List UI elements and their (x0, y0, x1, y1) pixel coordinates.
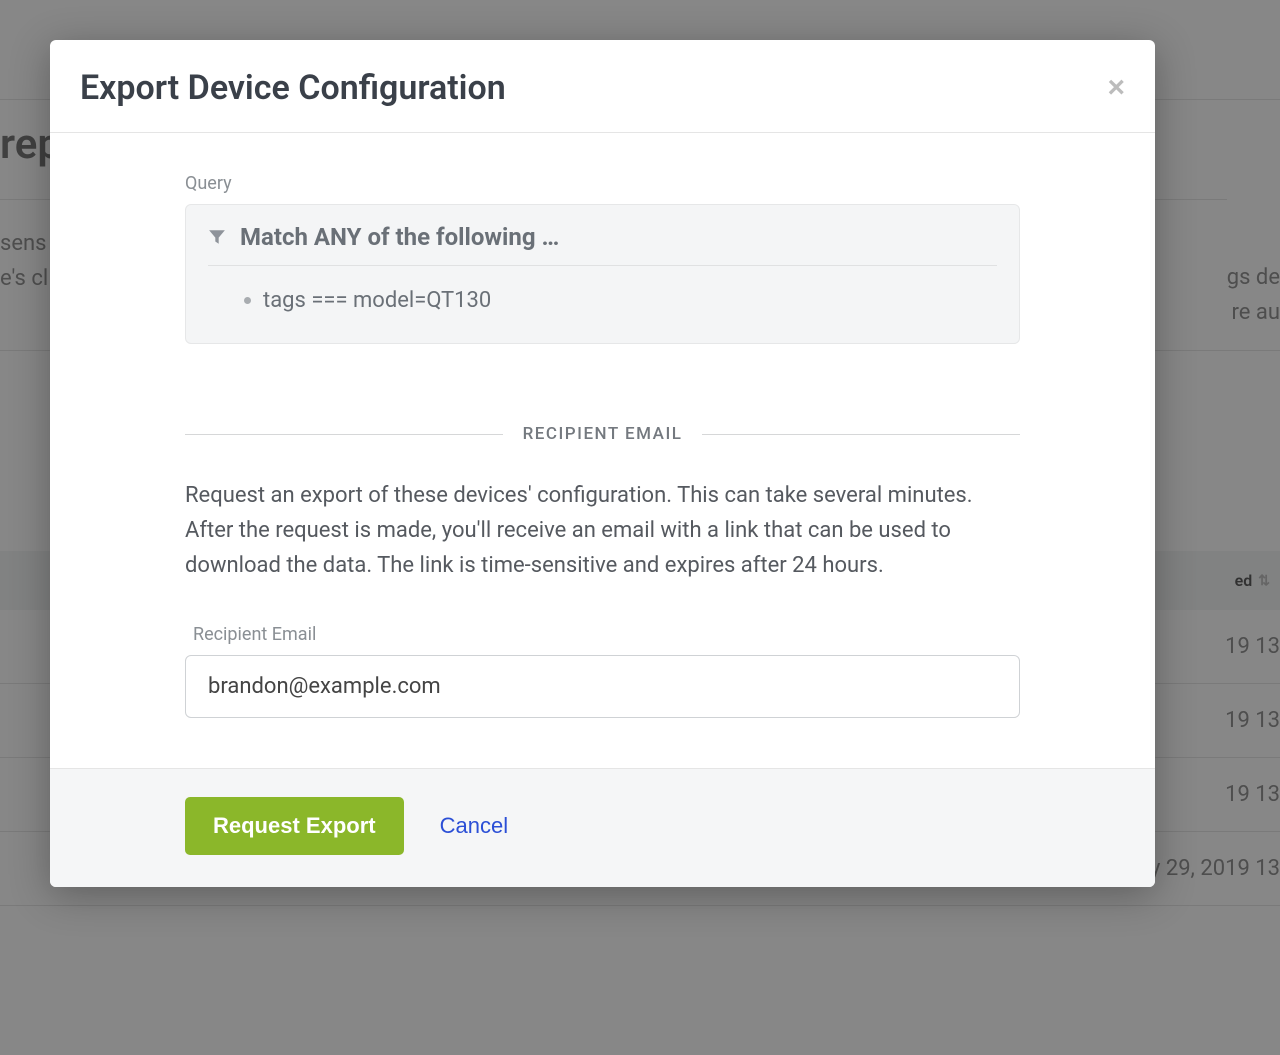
modal-header: Export Device Configuration × (50, 40, 1155, 133)
export-description: Request an export of these devices' conf… (185, 478, 1020, 584)
recipient-email-input[interactable] (185, 655, 1020, 718)
query-label: Query (185, 173, 1020, 194)
query-condition-text: tags === model=QT130 (263, 288, 491, 313)
modal-body: Query Match ANY of the following … tags … (50, 133, 1155, 768)
filter-icon (208, 228, 226, 246)
query-box: Match ANY of the following … tags === mo… (185, 204, 1020, 344)
export-device-config-modal: Export Device Configuration × Query Matc… (50, 40, 1155, 887)
query-condition: tags === model=QT130 (244, 288, 997, 313)
cancel-button[interactable]: Cancel (440, 813, 508, 839)
modal-footer: Request Export Cancel (50, 768, 1155, 887)
email-label: Recipient Email (193, 624, 1020, 645)
bullet-icon (244, 297, 251, 304)
modal-title: Export Device Configuration (80, 68, 506, 108)
section-divider: RECIPIENT EMAIL (185, 424, 1020, 444)
request-export-button[interactable]: Request Export (185, 797, 404, 855)
section-label: RECIPIENT EMAIL (523, 424, 683, 444)
query-header: Match ANY of the following … (208, 223, 997, 266)
query-header-text: Match ANY of the following … (240, 223, 559, 251)
close-icon: × (1107, 71, 1125, 104)
close-button[interactable]: × (1107, 73, 1125, 103)
